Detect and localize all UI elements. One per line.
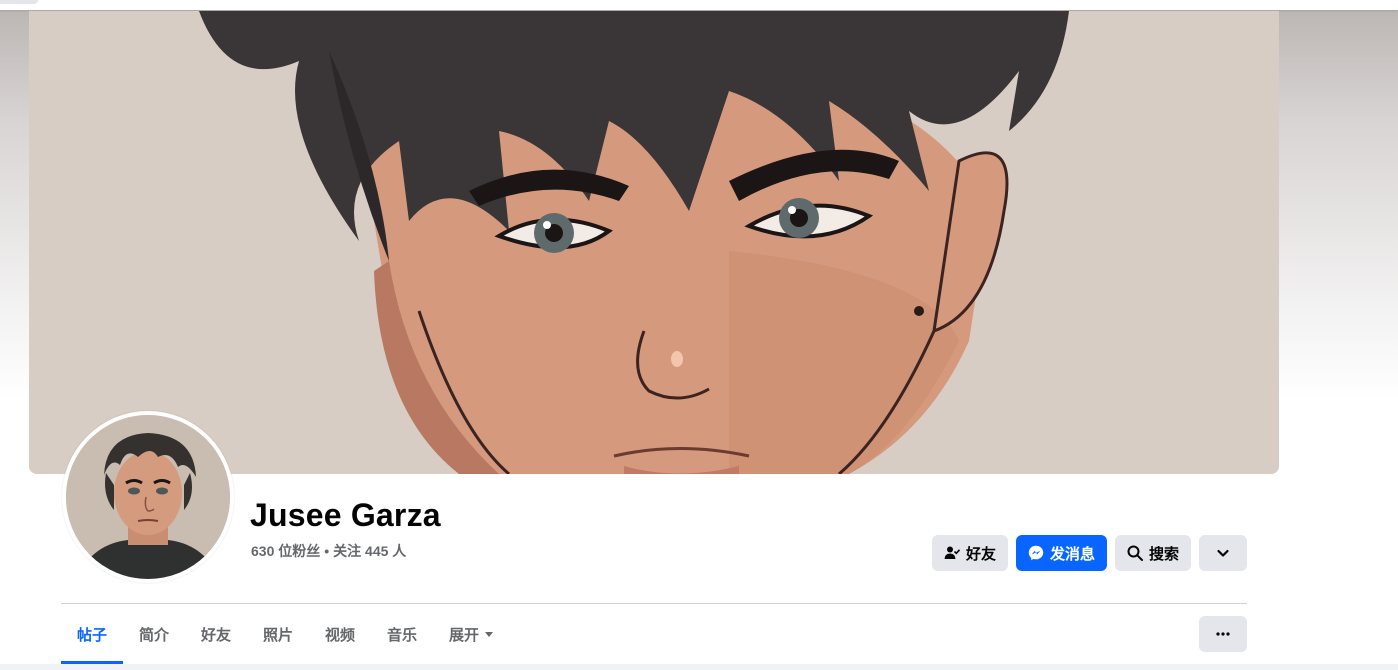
stats-separator: • xyxy=(324,543,330,559)
content-area-edge xyxy=(0,664,1398,670)
tab-more[interactable]: 展开 xyxy=(433,604,509,664)
cover-photo[interactable] xyxy=(29,11,1279,474)
tab-friends[interactable]: 好友 xyxy=(185,604,247,664)
tab-label: 简介 xyxy=(138,626,169,644)
chevron-down-icon xyxy=(1215,545,1231,561)
cover-illustration xyxy=(29,11,1279,474)
tab-label: 好友 xyxy=(200,626,231,644)
top-bar-edge xyxy=(0,0,1398,10)
person-check-icon xyxy=(944,545,960,561)
more-options-button[interactable] xyxy=(1199,616,1247,652)
message-button[interactable]: 发消息 xyxy=(1016,535,1107,571)
search-button-label: 搜索 xyxy=(1148,545,1179,563)
followers-link[interactable]: 630 位粉丝 xyxy=(251,543,320,559)
caret-down-icon xyxy=(485,631,493,637)
tab-videos[interactable]: 视频 xyxy=(309,604,371,664)
messenger-icon xyxy=(1028,545,1044,561)
expand-button[interactable] xyxy=(1199,535,1247,571)
tab-label: 照片 xyxy=(262,626,293,644)
search-icon xyxy=(1127,545,1143,561)
tab-label: 音乐 xyxy=(386,626,417,644)
friends-button[interactable]: 好友 xyxy=(932,535,1008,571)
ellipsis-icon xyxy=(1215,626,1231,642)
tab-photos[interactable]: 照片 xyxy=(247,604,309,664)
tab-label: 视频 xyxy=(324,626,355,644)
profile-name: Jusee Garza xyxy=(250,497,441,533)
tab-about[interactable]: 简介 xyxy=(123,604,185,664)
avatar-illustration xyxy=(66,415,230,579)
profile-stats: 630 位粉丝 • 关注 445 人 xyxy=(251,541,406,561)
following-link[interactable]: 关注 445 人 xyxy=(333,543,406,559)
browser-tab-stub xyxy=(0,0,38,4)
profile-avatar[interactable] xyxy=(62,411,234,583)
tab-music[interactable]: 音乐 xyxy=(371,604,433,664)
tab-label: 帖子 xyxy=(76,626,107,644)
tab-posts[interactable]: 帖子 xyxy=(61,604,123,664)
tab-label: 展开 xyxy=(448,626,479,644)
avatar-image xyxy=(66,415,230,579)
message-button-label: 发消息 xyxy=(1049,545,1095,563)
search-button[interactable]: 搜索 xyxy=(1115,535,1191,571)
friends-button-label: 好友 xyxy=(965,545,996,563)
profile-page: Jusee Garza 630 位粉丝 • 关注 445 人 好友 发消息 搜索 帖… xyxy=(0,0,1398,670)
